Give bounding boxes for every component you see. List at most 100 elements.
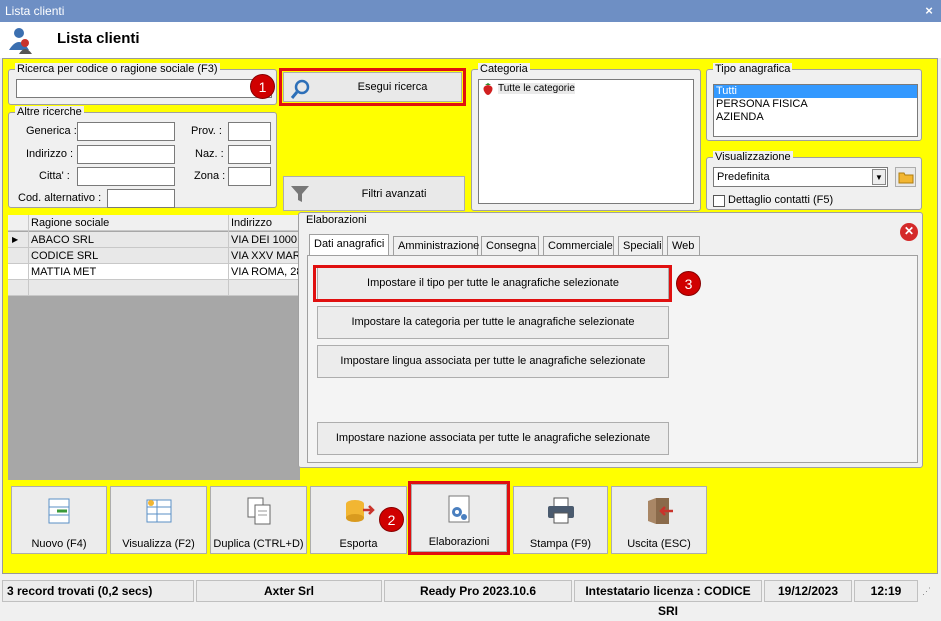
category-group-label: Categoria — [478, 63, 530, 75]
folder-button[interactable] — [895, 167, 916, 187]
close-panel-icon[interactable]: ✕ — [900, 223, 918, 241]
row-ragione: ABACO SRL — [31, 234, 94, 246]
codalt-label: Cod. alternativo : — [18, 192, 102, 204]
prov-label: Prov. : — [191, 125, 222, 137]
other-searches-label: Altre ricerche — [15, 106, 84, 118]
grid-divider — [28, 215, 29, 296]
status-records: 3 record trovati (0,2 secs) — [2, 580, 194, 602]
elaborations-button[interactable]: Elaborazioni — [411, 484, 507, 552]
strawberry-icon — [483, 83, 493, 95]
elaborations-panel-label: Elaborazioni — [304, 214, 369, 226]
duplicate-button[interactable]: Duplica (CTRL+D) — [210, 486, 307, 554]
row-indirizzo: VIA ROMA, 28 — [231, 266, 300, 278]
exit-button-label: Uscita (ESC) — [627, 538, 691, 550]
callout-badge-1: 1 — [250, 74, 275, 99]
detail-contacts-checkbox[interactable] — [713, 195, 725, 207]
clients-grid: Ragione sociale Indirizzo ▶ ABACO SRL VI… — [8, 215, 300, 480]
table-row[interactable]: MATTIA MET VIA ROMA, 28 — [8, 264, 300, 280]
close-icon[interactable]: × — [921, 3, 937, 19]
advanced-filters-button[interactable]: Filtri avanzati — [283, 176, 465, 211]
exit-button[interactable]: Uscita (ESC) — [611, 486, 707, 554]
status-date: 19/12/2023 — [764, 580, 852, 602]
status-time: 12:19 — [854, 580, 918, 602]
set-nation-button[interactable]: Impostare nazione associata per tutte le… — [317, 422, 669, 455]
view-button-label: Visualizza (F2) — [122, 538, 195, 550]
table-row[interactable]: CODICE SRL VIA XXV MARZ — [8, 248, 300, 264]
tab-speciali[interactable]: Speciali — [618, 236, 663, 256]
status-bar: 3 record trovati (0,2 secs) Axter Srl Re… — [0, 578, 941, 618]
grid-header-ragione[interactable]: Ragione sociale — [31, 217, 109, 229]
grid-header-indirizzo[interactable]: Indirizzo — [231, 217, 272, 229]
folder-icon — [898, 172, 913, 184]
users-icon — [9, 28, 32, 54]
print-button-label: Stampa (F9) — [529, 538, 592, 550]
type-item-persona[interactable]: PERSONA FISICA — [714, 98, 917, 111]
table-row[interactable]: ▶ ABACO SRL VIA DEI 1000, — [8, 232, 300, 248]
new-record-icon — [48, 498, 70, 524]
window-title: Lista clienti — [5, 4, 65, 18]
grid-divider — [228, 215, 229, 296]
citta-input[interactable] — [77, 167, 175, 186]
zona-input[interactable] — [228, 167, 271, 186]
search-button-highlight: Esegui ricerca — [279, 68, 466, 106]
naz-input[interactable] — [228, 145, 271, 164]
category-item-all[interactable]: Tutte le categorie — [498, 83, 575, 94]
printer-icon — [547, 497, 574, 524]
category-list[interactable]: Tutte le categorie — [478, 79, 694, 204]
callout-badge-3: 3 — [676, 271, 701, 296]
new-button[interactable]: Nuovo (F4) — [11, 486, 107, 554]
set-language-button[interactable]: Impostare lingua associata per tutte le … — [317, 345, 669, 378]
detail-contacts-label: Dettaglio contatti (F5) — [728, 194, 834, 206]
tab-dati-anagrafici[interactable]: Dati anagrafici — [309, 234, 389, 256]
naz-label: Naz. : — [195, 148, 224, 160]
citta-label: Citta' : — [39, 170, 70, 182]
window-titlebar: Lista clienti — [0, 0, 941, 22]
type-item-tutti[interactable]: Tutti — [714, 85, 917, 98]
view-select-value: Predefinita — [717, 171, 770, 183]
indirizzo-input[interactable] — [77, 145, 175, 164]
new-button-label: Nuovo (F4) — [31, 538, 87, 550]
resize-grip-icon[interactable]: ⋰ — [922, 586, 936, 600]
callout-badge-2: 2 — [379, 507, 404, 532]
table-row-empty — [8, 280, 300, 296]
view-group-label: Visualizzazione — [713, 151, 793, 163]
zona-label: Zona : — [194, 170, 226, 182]
elaborations-panel: Elaborazioni ✕ Dati anagrafici Amministr… — [298, 212, 923, 468]
page-header: Lista clienti — [0, 22, 941, 58]
search-button[interactable]: Esegui ricerca — [283, 72, 462, 102]
tab-web[interactable]: Web — [667, 236, 700, 256]
search-input[interactable] — [16, 79, 272, 98]
set-category-button[interactable]: Impostare la categoria per tutte le anag… — [317, 306, 669, 339]
type-item-azienda[interactable]: AZIENDA — [714, 111, 917, 124]
status-company: Axter Srl — [196, 580, 382, 602]
indirizzo-label: Indirizzo : — [26, 148, 74, 160]
prov-input[interactable] — [228, 122, 271, 141]
search-group: Ricerca per codice o ragione sociale (F3… — [8, 63, 277, 105]
print-button[interactable]: Stampa (F9) — [513, 486, 608, 554]
view-group: Visualizzazione Predefinita ▼ Dettaglio … — [706, 151, 922, 210]
tab-commerciale[interactable]: Commerciale — [543, 236, 614, 256]
status-license: Intestatario licenza : CODICE SRI — [574, 580, 762, 618]
codalt-input[interactable] — [107, 189, 175, 208]
view-record-icon — [146, 499, 171, 523]
duplicate-button-label: Duplica (CTRL+D) — [213, 538, 304, 550]
tab-amministrazione[interactable]: Amministrazione — [393, 236, 479, 256]
category-group: Categoria Tutte le categorie — [471, 63, 701, 211]
tab-consegna[interactable]: Consegna — [481, 236, 539, 256]
elaborations-button-label: Elaborazioni — [428, 536, 490, 548]
magnifier-icon — [290, 79, 310, 99]
type-group: Tipo anagrafica Tutti PERSONA FISICA AZI… — [706, 63, 922, 141]
search-group-label: Ricerca per codice o ragione sociale (F3… — [15, 63, 220, 75]
exit-door-icon — [648, 498, 673, 524]
chevron-down-icon[interactable]: ▼ — [872, 169, 886, 185]
type-list[interactable]: Tutti PERSONA FISICA AZIENDA — [713, 84, 918, 137]
view-select[interactable]: Predefinita ▼ — [713, 167, 888, 187]
type-group-label: Tipo anagrafica — [713, 63, 793, 75]
generica-input[interactable] — [77, 122, 175, 141]
row-ragione: CODICE SRL — [31, 250, 99, 262]
other-searches-group: Altre ricerche Generica : Indirizzo : Ci… — [8, 106, 277, 208]
duplicate-icon — [247, 497, 270, 525]
view-button[interactable]: Visualizza (F2) — [110, 486, 207, 554]
row-indirizzo: VIA XXV MARZ — [231, 250, 300, 262]
grid-header: Ragione sociale Indirizzo — [8, 215, 300, 231]
